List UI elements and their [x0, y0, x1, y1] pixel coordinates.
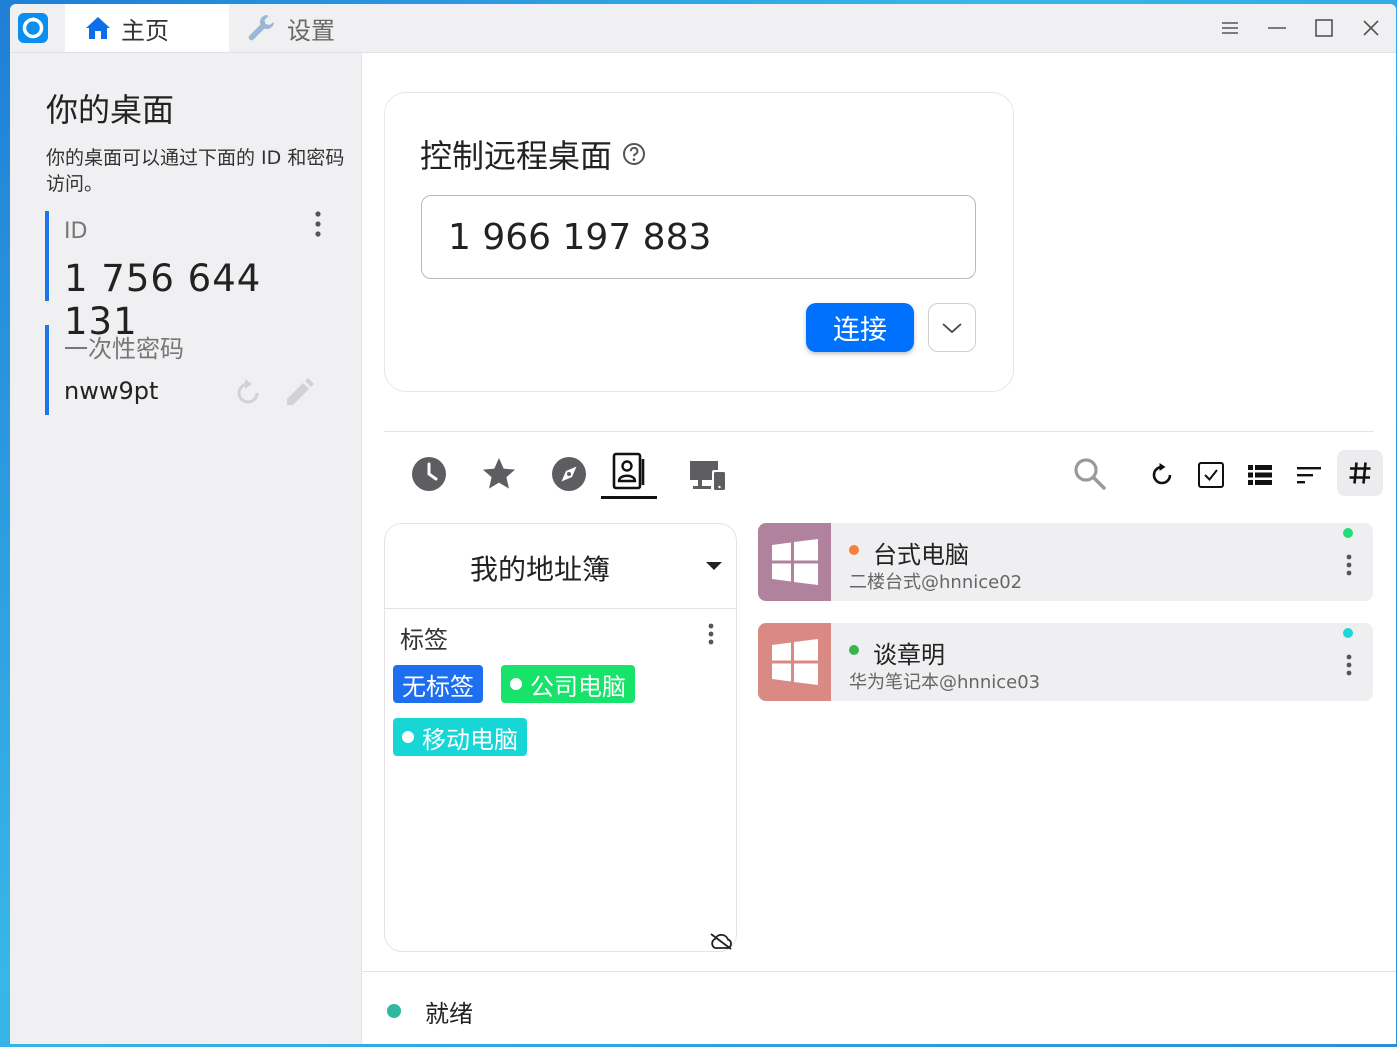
control-remote-card: 控制远程桌面 连接 — [384, 92, 1014, 392]
your-desktop-title: 你的桌面 — [46, 91, 175, 129]
password-value[interactable]: nww9pt — [64, 377, 158, 405]
password-label: 一次性密码 — [64, 335, 184, 363]
status-dot — [387, 1004, 401, 1018]
tab-group[interactable] — [688, 455, 728, 495]
connect-options-button[interactable] — [928, 303, 976, 352]
minimize-icon[interactable] — [1265, 16, 1289, 40]
maximize-icon[interactable] — [1312, 16, 1336, 40]
caret-down-icon[interactable] — [705, 561, 723, 571]
control-remote-title-text: 控制远程桌面 — [420, 137, 613, 175]
your-desktop-description: 你的桌面可以通过下面的 ID 和密码访问。 — [46, 147, 345, 195]
refresh-icon — [1152, 463, 1172, 485]
peer-more-icon[interactable] — [1346, 554, 1352, 576]
peer-status-dot — [849, 545, 859, 555]
peer-online-dot — [1343, 528, 1353, 538]
title-bar: 主页 设置 — [10, 4, 1396, 53]
star-icon — [483, 458, 515, 489]
tag-company-pc[interactable]: 公司电脑 — [501, 665, 635, 703]
tab-address-book[interactable] — [609, 451, 649, 491]
peer-online-dot — [1343, 628, 1353, 638]
help-icon[interactable] — [622, 142, 646, 166]
status-bar: 就绪 — [362, 971, 1396, 1044]
home-icon — [86, 17, 110, 39]
tab-favorites[interactable] — [479, 454, 519, 494]
tab-home[interactable]: 主页 — [65, 4, 229, 52]
hash-icon — [1349, 462, 1371, 484]
left-panel: 你的桌面 你的桌面可以通过下面的 ID 和密码访问。 ID 1 756 644 … — [10, 53, 362, 1044]
sort-icon — [1297, 467, 1321, 484]
peer-status-dot — [849, 645, 859, 655]
peer-os-tile — [758, 523, 831, 601]
tab-settings[interactable]: 设置 — [247, 4, 387, 52]
tag-untagged-label: 无标签 — [402, 672, 474, 701]
sort-button[interactable] — [1289, 455, 1329, 495]
checkbox-icon — [1198, 462, 1224, 488]
tab-discovered[interactable] — [549, 454, 589, 494]
peer-subtitle: 华为笔记本@hnnice03 — [849, 672, 1041, 693]
section-divider — [384, 431, 1374, 432]
tag-dot — [510, 678, 522, 690]
edit-password-icon[interactable] — [283, 377, 315, 409]
control-remote-title: 控制远程桌面 — [420, 131, 646, 177]
wrench-icon — [248, 15, 274, 41]
tab-home-label: 主页 — [121, 16, 169, 45]
tags-label: 标签 — [400, 626, 448, 654]
devices-icon — [690, 461, 726, 491]
tag-mobile-pc[interactable]: 移动电脑 — [393, 718, 527, 756]
status-text: 就绪 — [425, 1000, 473, 1028]
id-label: ID — [64, 219, 88, 244]
tag-mobile-pc-label: 移动电脑 — [422, 725, 518, 754]
app-logo-icon — [18, 13, 48, 43]
id-box: ID 1 756 644 131 — [45, 211, 339, 343]
cloud-off-icon — [710, 933, 732, 950]
connect-button[interactable]: 连接 — [806, 303, 914, 352]
refresh-password-icon[interactable] — [232, 377, 264, 409]
tag-dot — [402, 731, 414, 743]
app-window: 主页 设置 你的桌面 你的桌面可以通过下面的 ID 和密码访问。 ID 1 75… — [10, 4, 1396, 1044]
menu-icon[interactable] — [1218, 16, 1242, 40]
compass-icon — [552, 457, 586, 491]
search-icon — [1074, 458, 1106, 490]
address-book-panel: 我的地址簿 标签 无标签 公司电脑 移动电脑 — [384, 523, 737, 952]
tags-more-icon[interactable] — [708, 623, 714, 645]
peer-name: 谈章明 — [873, 641, 945, 669]
main-area: 控制远程桌面 连接 — [362, 53, 1396, 971]
id-more-icon[interactable] — [315, 211, 321, 237]
list-view-icon — [1248, 465, 1272, 485]
tab-settings-label: 设置 — [287, 16, 335, 45]
windows-icon — [771, 639, 818, 685]
tab-recent[interactable] — [409, 454, 449, 494]
peer-card[interactable]: 谈章明 华为笔记本@hnnice03 — [758, 623, 1373, 701]
peer-name: 台式电脑 — [873, 541, 969, 569]
search-button[interactable] — [1070, 454, 1110, 494]
chevron-down-icon — [942, 322, 962, 333]
tag-filter-button[interactable] — [1337, 450, 1383, 496]
password-box: 一次性密码 nww9pt — [45, 325, 339, 415]
peer-subtitle: 二楼台式@hnnice02 — [849, 572, 1023, 593]
address-book-title[interactable]: 我的地址簿 — [385, 548, 695, 588]
refresh-button[interactable] — [1142, 455, 1182, 495]
active-tab-indicator — [601, 496, 657, 499]
peer-card[interactable]: 台式电脑 二楼台式@hnnice02 — [758, 523, 1373, 601]
list-view-button[interactable] — [1240, 455, 1280, 495]
address-book-icon — [612, 452, 645, 490]
tag-company-pc-label: 公司电脑 — [530, 672, 626, 701]
select-button[interactable] — [1191, 455, 1231, 495]
close-icon[interactable] — [1359, 16, 1383, 40]
peer-os-tile — [758, 623, 831, 701]
clock-icon — [412, 457, 446, 491]
remote-id-input[interactable] — [421, 195, 976, 279]
windows-icon — [771, 539, 818, 585]
tag-untagged[interactable]: 无标签 — [393, 665, 483, 703]
address-book-separator — [385, 608, 736, 609]
peer-more-icon[interactable] — [1346, 654, 1352, 676]
